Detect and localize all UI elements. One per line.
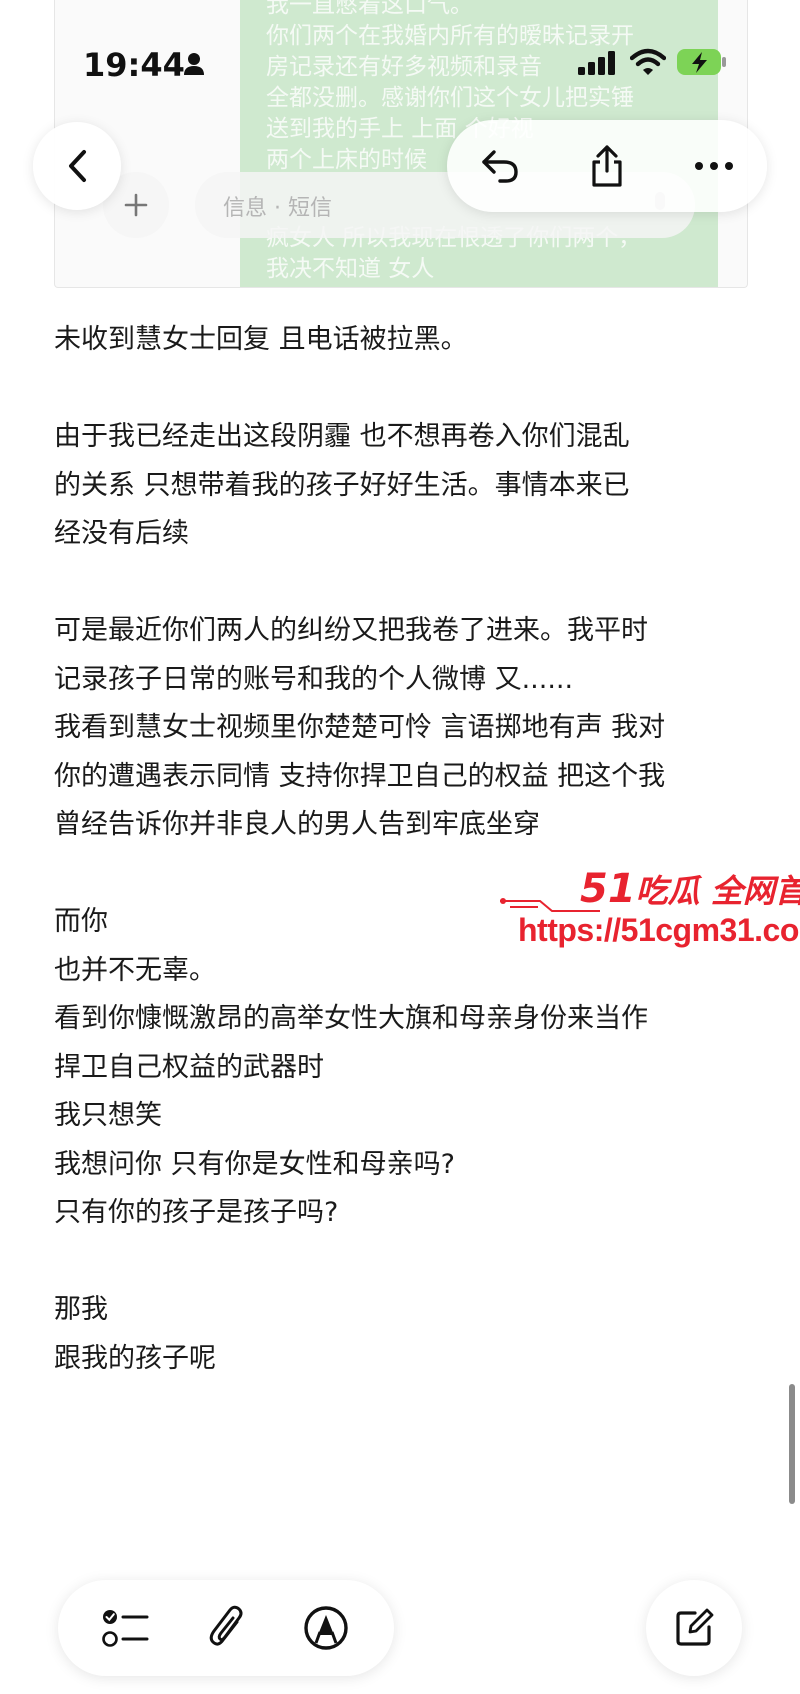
person-icon bbox=[184, 53, 204, 75]
compose-icon bbox=[676, 1608, 714, 1646]
reply-button[interactable] bbox=[452, 120, 548, 212]
note-line: 未收到慧女士回复 且电话被拉黑。 bbox=[54, 324, 468, 355]
watermark-brand: 51吃瓜 全网首发 bbox=[580, 866, 800, 912]
new-note-button[interactable] bbox=[646, 1580, 742, 1676]
status-time: 19:44 bbox=[83, 46, 185, 84]
note-line: 记录孩子日常的账号和我的个人微博 又...... bbox=[54, 663, 574, 695]
note-line: 看到你慷慨激昂的高举女性大旗和母亲身份来当作 bbox=[54, 1003, 648, 1034]
more-button[interactable] bbox=[666, 120, 762, 212]
plus-icon bbox=[124, 193, 148, 217]
note-line: 跟我的孩子呢 bbox=[54, 1342, 216, 1374]
more-icon bbox=[695, 162, 733, 170]
note-line: 由于我已经走出这段阴霾 也不想再卷入你们混乱 bbox=[54, 421, 630, 452]
embedded-compose-placeholder: 信息 · 短信 bbox=[223, 196, 332, 221]
note-line: 也并不无辜。 bbox=[54, 954, 216, 986]
note-line: 我看到慧女士视频里你楚楚可怜 言语掷地有声 我对 bbox=[54, 712, 666, 743]
scrollbar[interactable] bbox=[789, 1384, 795, 1504]
note-line: 我只想笑 bbox=[54, 1100, 162, 1131]
note-line: 你的遭遇表示同情 支持你捍卫自己的权益 把这个我 bbox=[54, 760, 666, 792]
back-button[interactable] bbox=[33, 122, 121, 210]
note-line: 我想问你 只有你是女性和母亲吗? bbox=[54, 1148, 455, 1180]
note-line: 经没有后续 bbox=[54, 518, 189, 549]
checklist-button[interactable] bbox=[78, 1580, 174, 1676]
cellular-signal-icon bbox=[578, 51, 615, 75]
wifi-icon bbox=[630, 48, 666, 75]
checklist-icon bbox=[102, 1610, 149, 1647]
note-line: 的关系 只想带着我的孩子好好生活。事情本来已 bbox=[54, 469, 630, 501]
nav-action-group bbox=[447, 120, 767, 212]
share-button[interactable] bbox=[559, 120, 655, 212]
note-line: 只有你的孩子是孩子吗? bbox=[54, 1197, 339, 1228]
note-line: 曾经告诉你并非良人的男人告到牢底坐穿 bbox=[54, 809, 540, 840]
markup-button[interactable] bbox=[278, 1580, 374, 1676]
note-line: 可是最近你们两人的纠纷又把我卷了进来。我平时 bbox=[54, 615, 648, 646]
share-icon bbox=[592, 145, 622, 187]
battery-charging-icon bbox=[677, 49, 726, 75]
watermark-brand-text: 吃瓜 全网首发 bbox=[635, 872, 800, 910]
note-line: 捍卫自己权益的武器时 bbox=[54, 1051, 324, 1083]
bottom-toolbar bbox=[58, 1580, 394, 1676]
paperclip-icon bbox=[209, 1605, 243, 1646]
note-body[interactable]: 未收到慧女士回复 且电话被拉黑。由于我已经走出这段阴霾 也不想再卷入你们混乱 的关… bbox=[54, 316, 734, 1383]
note-line: 那我 bbox=[54, 1294, 108, 1325]
pen-circle-icon bbox=[304, 1606, 348, 1650]
watermark-url: https://51cgm31.com bbox=[518, 912, 800, 948]
attach-button[interactable] bbox=[179, 1580, 275, 1676]
chevron-left-icon bbox=[69, 150, 86, 182]
reply-arrow-icon bbox=[482, 150, 518, 183]
